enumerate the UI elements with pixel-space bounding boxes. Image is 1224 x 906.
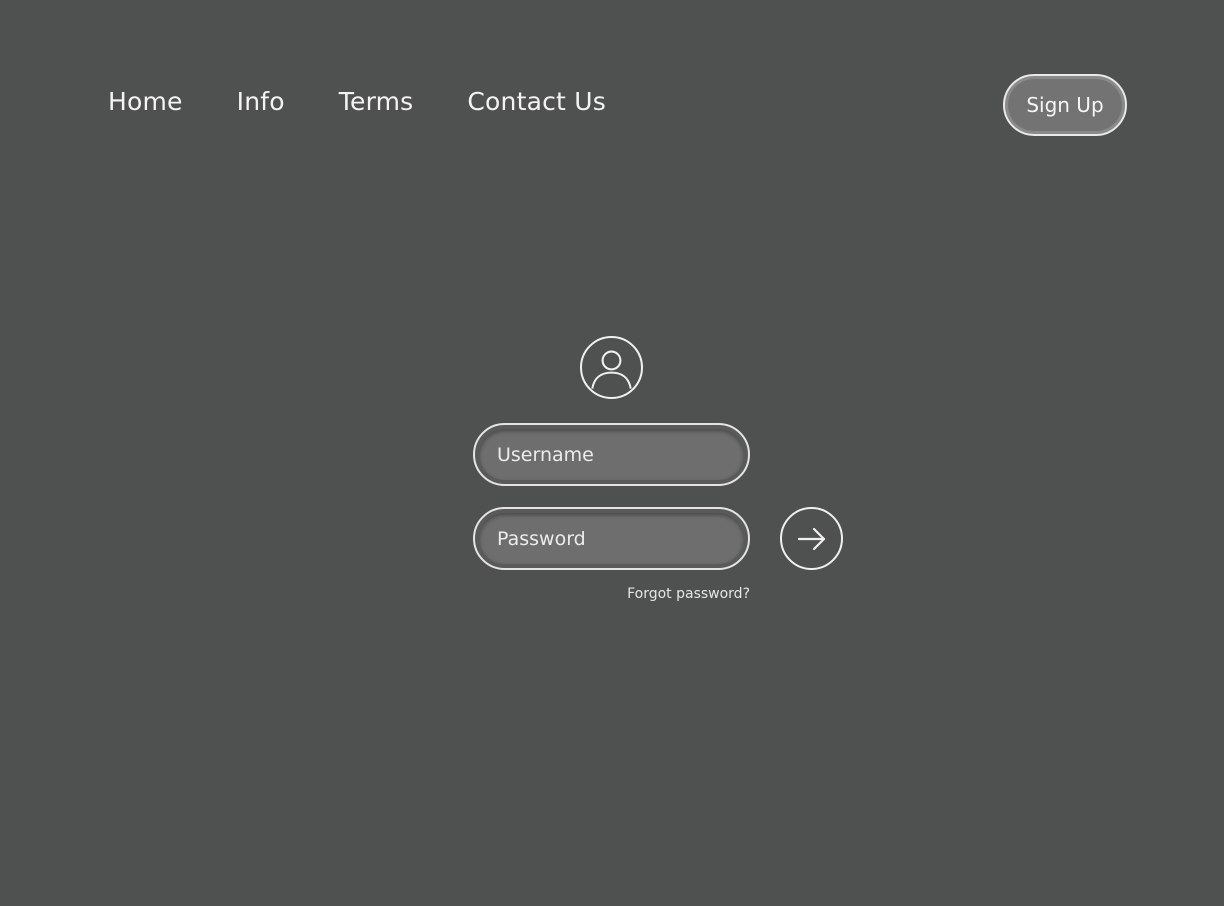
password-input[interactable] — [479, 513, 744, 564]
username-input[interactable] — [479, 429, 744, 480]
top-nav: Home Info Terms Contact Us — [108, 84, 606, 118]
arrow-right-icon — [797, 527, 825, 550]
nav-link-info[interactable]: Info — [237, 87, 285, 116]
username-field — [473, 423, 750, 486]
password-field — [473, 507, 750, 570]
nav-link-terms[interactable]: Terms — [339, 87, 414, 116]
password-field-inner — [479, 513, 744, 564]
submit-button[interactable] — [780, 507, 843, 570]
sign-up-button[interactable]: Sign Up — [1003, 74, 1127, 136]
username-field-inner — [479, 429, 744, 480]
user-icon — [580, 336, 643, 399]
forgot-password-link[interactable]: Forgot password? — [560, 586, 750, 602]
nav-link-home[interactable]: Home — [108, 87, 183, 116]
nav-link-contact-us[interactable]: Contact Us — [467, 87, 606, 116]
